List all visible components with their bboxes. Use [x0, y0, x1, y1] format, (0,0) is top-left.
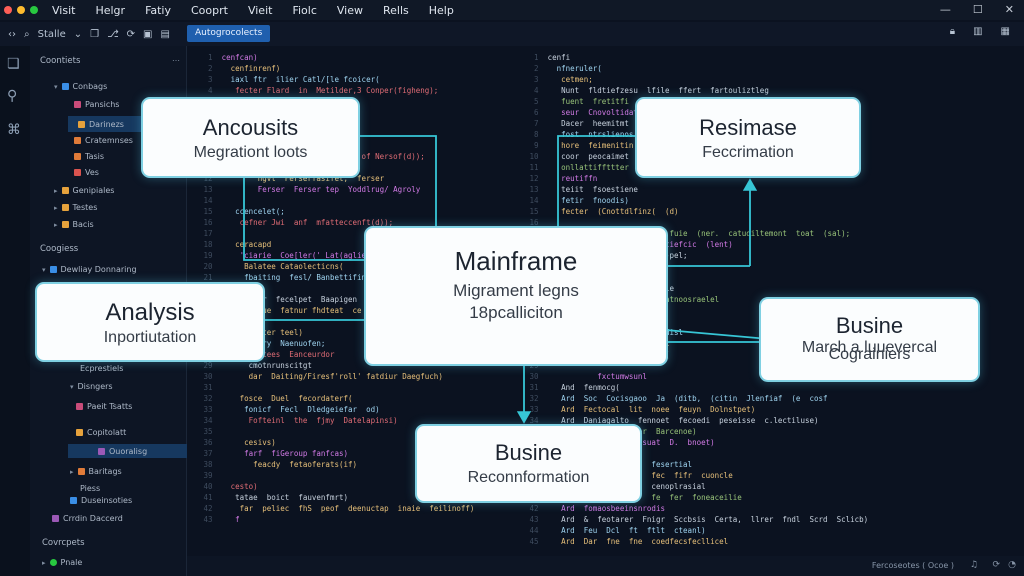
card-subtitle: Feccrimation: [702, 144, 794, 161]
card-center[interactable]: Mainframe Migrament legns 18pcalliciton: [364, 226, 668, 366]
card-subtitle: Migrament legns: [453, 281, 579, 300]
card-bottom[interactable]: Busine Reconnformation: [415, 424, 642, 503]
card-title: Analysis: [105, 299, 195, 326]
card-title: Busine: [835, 313, 904, 338]
card-top-left[interactable]: Ancousits Megrationt loots: [141, 97, 360, 178]
card-right[interactable]: Busine March a luuevercal Cograiniers: [759, 297, 980, 382]
card-subtitle: Megrationt loots: [193, 144, 308, 161]
card-subtitle-secondary: 18pcalliciton: [469, 303, 563, 322]
card-subtitle: Reconnformation: [467, 469, 590, 486]
card-title: Mainframe: [454, 246, 578, 276]
card-title: Ancousits: [202, 115, 299, 140]
card-title: Busine: [494, 440, 563, 465]
card-subtitle: Inportiutation: [103, 329, 197, 346]
card-subtitle-secondary: Cograiniers: [828, 346, 911, 363]
card-left[interactable]: Analysis Inportiutation: [35, 282, 265, 362]
card-top-right[interactable]: Resimase Feccrimation: [635, 97, 861, 178]
card-title: Resimase: [699, 115, 797, 140]
